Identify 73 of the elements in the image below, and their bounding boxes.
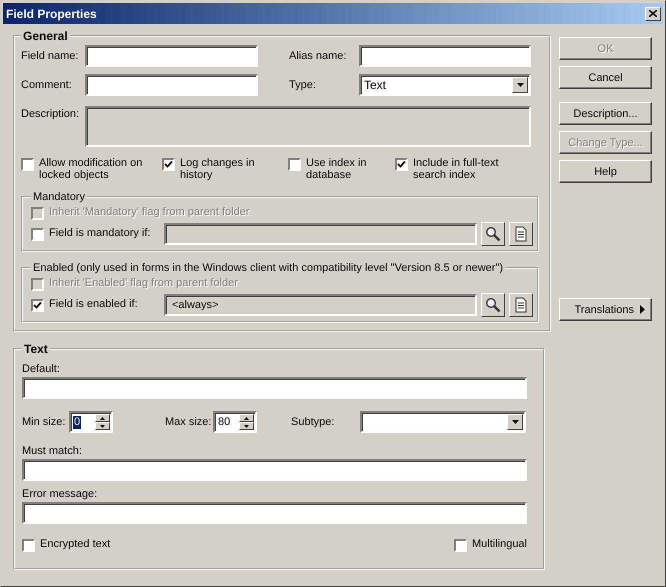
search-button[interactable] bbox=[481, 293, 505, 317]
number-spinner[interactable]: 80 bbox=[213, 411, 257, 433]
condition-field[interactable] bbox=[164, 223, 477, 245]
translations-button[interactable]: Translations bbox=[559, 298, 652, 321]
checkbox[interactable] bbox=[162, 158, 175, 171]
group-title: Text bbox=[23, 342, 49, 356]
caret-down-icon bbox=[244, 424, 249, 428]
checkbox[interactable] bbox=[288, 158, 301, 171]
group-title: General bbox=[22, 29, 69, 43]
dropdown-button[interactable] bbox=[507, 414, 523, 430]
caret-up-icon bbox=[244, 416, 249, 420]
checkbox[interactable] bbox=[31, 228, 44, 241]
input-field[interactable] bbox=[22, 377, 527, 399]
caret-down-icon bbox=[516, 83, 524, 87]
checkbox-label: Log changes in history bbox=[180, 157, 256, 181]
dialog-button[interactable]: Cancel bbox=[559, 66, 652, 89]
document-button[interactable] bbox=[509, 293, 533, 317]
search-button[interactable] bbox=[481, 222, 505, 246]
number-spinner[interactable]: 0 bbox=[69, 411, 113, 433]
field-label: Description: bbox=[21, 107, 80, 122]
dialog-button[interactable]: Description... bbox=[559, 102, 652, 125]
checkbox-label: Include in full-text search index bbox=[413, 157, 500, 181]
caret-down-icon bbox=[512, 420, 518, 424]
checkbox-label: Field is mandatory if: bbox=[49, 227, 150, 239]
arrow-right-icon bbox=[640, 305, 645, 314]
document-icon bbox=[515, 297, 527, 313]
field-label: Type: bbox=[289, 79, 317, 91]
field-label: Must match: bbox=[22, 445, 83, 457]
checkbox[interactable] bbox=[21, 158, 34, 171]
close-button[interactable] bbox=[645, 6, 661, 20]
spin-down-button[interactable] bbox=[239, 422, 254, 430]
input-field[interactable] bbox=[85, 74, 258, 96]
search-icon bbox=[485, 226, 501, 242]
field-label: Default: bbox=[22, 363, 61, 375]
group-title: Mandatory bbox=[32, 191, 86, 203]
window-title: Field Properties bbox=[6, 6, 97, 20]
caret-down-icon bbox=[100, 424, 105, 428]
checkbox[interactable] bbox=[454, 539, 467, 552]
spin-up-button[interactable] bbox=[95, 414, 110, 422]
checkbox-label: Inherit 'Enabled' flag from parent folder bbox=[49, 277, 238, 289]
input-field[interactable] bbox=[359, 45, 531, 67]
type-dropdown[interactable]: Text bbox=[359, 74, 531, 96]
close-icon bbox=[649, 10, 657, 17]
group-title: Enabled (only used in forms in the Windows client with compatibility level "Version 8.5 or newer") bbox=[32, 262, 504, 274]
subtype-dropdown[interactable] bbox=[360, 411, 526, 433]
input-field[interactable] bbox=[85, 45, 258, 67]
checkbox[interactable] bbox=[22, 539, 35, 552]
field-label: Alias name: bbox=[289, 50, 348, 62]
condition-field[interactable]: <always> bbox=[164, 294, 477, 316]
input-field[interactable] bbox=[22, 502, 527, 524]
field-label: Field name: bbox=[21, 50, 80, 62]
input-field[interactable] bbox=[22, 459, 527, 481]
search-icon bbox=[485, 297, 501, 313]
field-label: Subtype: bbox=[291, 416, 336, 428]
field-label: Max size: bbox=[165, 416, 212, 428]
field-label: Error message: bbox=[22, 488, 98, 500]
field-label: Comment: bbox=[21, 79, 73, 91]
caret-up-icon bbox=[100, 416, 105, 420]
checkbox-label: Allow modification on locked objects bbox=[39, 157, 144, 181]
document-button[interactable] bbox=[509, 222, 533, 246]
checkbox-label: Multilingual bbox=[472, 538, 527, 550]
checkbox-label: Inherit 'Mandatory' flag from parent folder bbox=[49, 206, 250, 218]
field-label: Min size: bbox=[22, 416, 66, 428]
spin-down-button[interactable] bbox=[95, 422, 110, 430]
dropdown-button[interactable] bbox=[512, 77, 528, 93]
checkbox-label: Field is enabled if: bbox=[49, 298, 138, 310]
checkbox-label: Encrypted text bbox=[40, 538, 110, 550]
spin-up-button[interactable] bbox=[239, 414, 254, 422]
dialog-button[interactable]: Help bbox=[559, 160, 652, 183]
document-icon bbox=[515, 226, 527, 242]
checkbox[interactable] bbox=[31, 299, 44, 312]
checkbox-label: Use index in database bbox=[306, 157, 368, 181]
checkbox[interactable] bbox=[395, 158, 408, 171]
